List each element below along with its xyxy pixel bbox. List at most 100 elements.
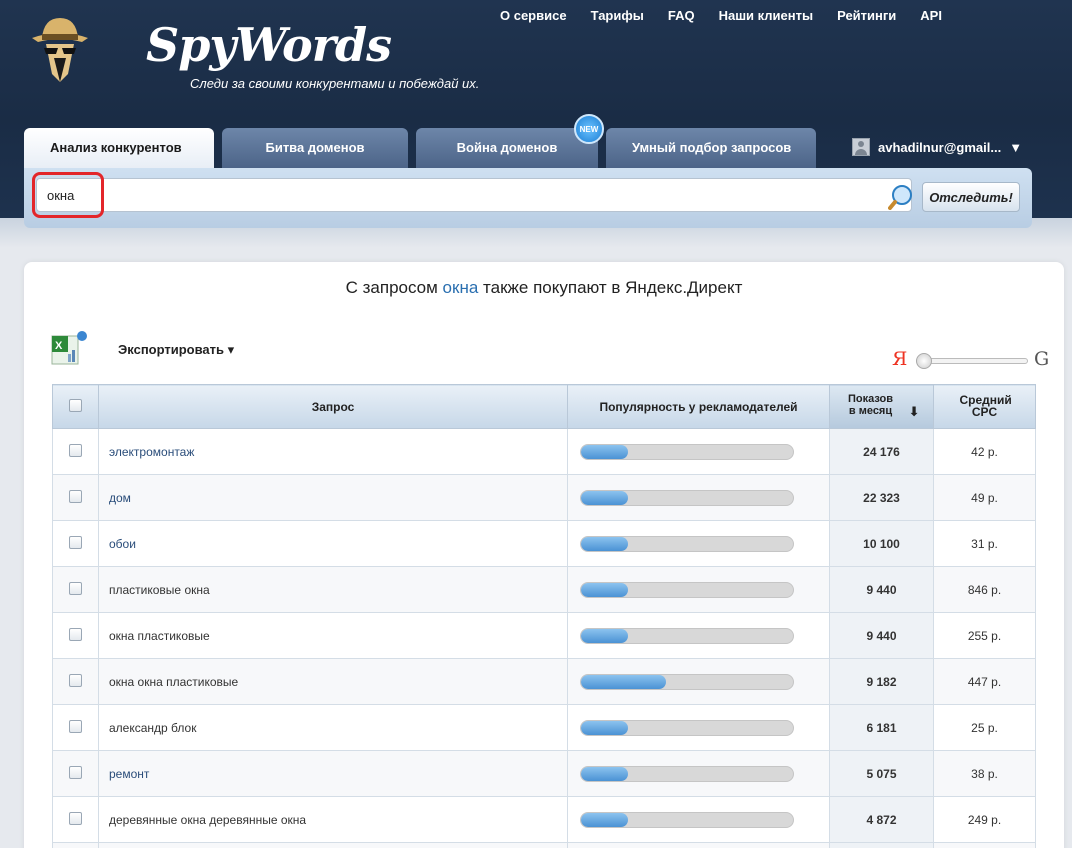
row-checkbox[interactable] (69, 673, 82, 687)
tab-domain-battle[interactable]: Битва доменов (222, 128, 408, 168)
nav-ratings[interactable]: Рейтинги (837, 8, 896, 23)
row-checkbox[interactable] (69, 811, 82, 825)
cpc-cell: 255 р. (933, 612, 1036, 659)
table-row[interactable]: окна окна пластиковые 9 182 447 р. (52, 658, 1036, 705)
excel-icon[interactable]: X (50, 330, 88, 368)
cpc-cell: 846 р. (933, 566, 1036, 613)
row-checkbox-cell (52, 750, 99, 797)
popularity-bar (580, 489, 794, 506)
query-cell: пластиковые окна (98, 566, 568, 613)
table-row[interactable]: александр блок 6 181 25 р. (52, 704, 1036, 751)
search-input[interactable] (36, 178, 912, 212)
query-link[interactable]: обои (109, 537, 136, 551)
chevron-down-icon: ▼ (1009, 139, 1023, 155)
table-header-row: Запрос Популярность у рекламодателей Пок… (52, 384, 1036, 429)
row-checkbox[interactable] (69, 489, 82, 503)
query-cell: деревянные окна деревянные окна (98, 796, 568, 843)
row-checkbox[interactable] (69, 765, 82, 779)
column-shows[interactable]: Показов в месяц ⬇ (829, 384, 934, 429)
popularity-bar (580, 673, 794, 690)
popularity-bar (580, 719, 794, 736)
tab-domain-war-label: Война доменов (456, 140, 558, 155)
row-checkbox[interactable] (69, 627, 82, 641)
popularity-bar (580, 535, 794, 552)
query-link[interactable]: окна окна пластиковые (109, 675, 238, 689)
nav-clients[interactable]: Наши клиенты (719, 8, 814, 23)
shows-cell: 22 323 (829, 474, 934, 521)
table-row[interactable]: ремонт 5 075 38 р. (52, 750, 1036, 797)
query-cell: александр блок (98, 704, 568, 751)
shows-cell: 5 075 (829, 750, 934, 797)
popularity-cell (567, 842, 830, 848)
row-checkbox[interactable] (69, 581, 82, 595)
tab-domain-war[interactable]: Война доменов NEW (416, 114, 604, 168)
table-row[interactable]: дом 22 323 49 р. (52, 474, 1036, 521)
column-popularity[interactable]: Популярность у рекламодателей (567, 384, 830, 429)
yandex-label: Я (892, 348, 908, 370)
query-cell: дом (98, 474, 568, 521)
select-all-checkbox[interactable] (69, 398, 82, 412)
popularity-bar-fill (581, 674, 666, 689)
title-keyword[interactable]: окна (443, 278, 479, 297)
shows-cell: 4 872 (829, 796, 934, 843)
shows-cell: 4 082 (829, 842, 934, 848)
logo[interactable]: SpyWords Следи за своими конкурентами и … (28, 10, 508, 91)
query-link[interactable]: дом (109, 491, 131, 505)
table-row[interactable]: пластиковые окна 9 440 846 р. (52, 566, 1036, 613)
cpc-cell: 42 р. (933, 428, 1036, 475)
row-checkbox-cell (52, 612, 99, 659)
title-prefix: С запросом (345, 278, 438, 297)
popularity-cell (567, 612, 830, 659)
track-button[interactable]: Отследить! (922, 182, 1020, 212)
row-checkbox[interactable] (69, 719, 82, 733)
engine-switch[interactable]: Я G (892, 348, 1052, 372)
new-badge: NEW (574, 114, 604, 144)
popularity-cell (567, 566, 830, 613)
top-navigation: О сервисе Тарифы FAQ Наши клиенты Рейтин… (500, 8, 942, 23)
table-row[interactable]: обои 10 100 31 р. (52, 520, 1036, 567)
table-row[interactable]: окна пластиковые 9 440 255 р. (52, 612, 1036, 659)
nav-about[interactable]: О сервисе (500, 8, 567, 23)
popularity-bar (580, 627, 794, 644)
column-cpc[interactable]: Средний CPC (933, 384, 1036, 429)
row-checkbox[interactable] (69, 443, 82, 457)
results-panel: С запросом окна также покупают в Яндекс.… (24, 262, 1064, 848)
row-checkbox-cell (52, 796, 99, 843)
tab-competitor-analysis[interactable]: Анализ конкурентов (24, 128, 214, 168)
engine-slider-knob[interactable] (916, 353, 932, 369)
row-checkbox-cell (52, 520, 99, 567)
row-checkbox-cell (52, 474, 99, 521)
row-checkbox[interactable] (69, 535, 82, 549)
user-email: avhadilnur@gmail... (878, 139, 1002, 155)
query-link[interactable]: ремонт (109, 767, 149, 781)
table-row[interactable]: электромонтаж 24 176 42 р. (52, 428, 1036, 475)
cpc-cell: 31 р. (933, 520, 1036, 567)
query-link[interactable]: александр блок (109, 721, 196, 735)
svg-text:X: X (55, 340, 63, 352)
column-query[interactable]: Запрос (98, 384, 568, 429)
table-row[interactable]: деревянные окна деревянные окна 4 872 249 … (52, 796, 1036, 843)
query-link[interactable]: пластиковые окна (109, 583, 210, 597)
popularity-cell (567, 750, 830, 797)
popularity-bar-fill (581, 720, 628, 735)
popularity-cell (567, 796, 830, 843)
row-checkbox-cell (52, 566, 99, 613)
column-cpc-label: Средний CPC (959, 393, 1012, 419)
shows-cell: 6 181 (829, 704, 934, 751)
query-link[interactable]: электромонтаж (109, 445, 194, 459)
export-dropdown[interactable]: Экспортировать ▾ (118, 342, 234, 358)
table-row[interactable]: баку 4 08237 р. (52, 842, 1036, 848)
title-suffix: также покупают в Яндекс.Директ (483, 278, 743, 297)
query-link[interactable]: окна пластиковые (109, 629, 210, 643)
column-shows-label: Показов в месяц (847, 393, 894, 418)
cpc-cell: 249 р. (933, 796, 1036, 843)
nav-faq[interactable]: FAQ (668, 8, 695, 23)
engine-slider-track[interactable] (916, 358, 1028, 364)
nav-pricing[interactable]: Тарифы (591, 8, 644, 23)
query-link[interactable]: деревянные окна деревянные окна (109, 813, 306, 827)
search-icon[interactable] (888, 184, 914, 210)
nav-api[interactable]: API (920, 8, 942, 23)
tab-smart-query-selection[interactable]: Умный подбор запросов (606, 128, 816, 168)
user-menu[interactable]: avhadilnur@gmail... ▼ (852, 138, 1022, 156)
shows-cell: 9 182 (829, 658, 934, 705)
